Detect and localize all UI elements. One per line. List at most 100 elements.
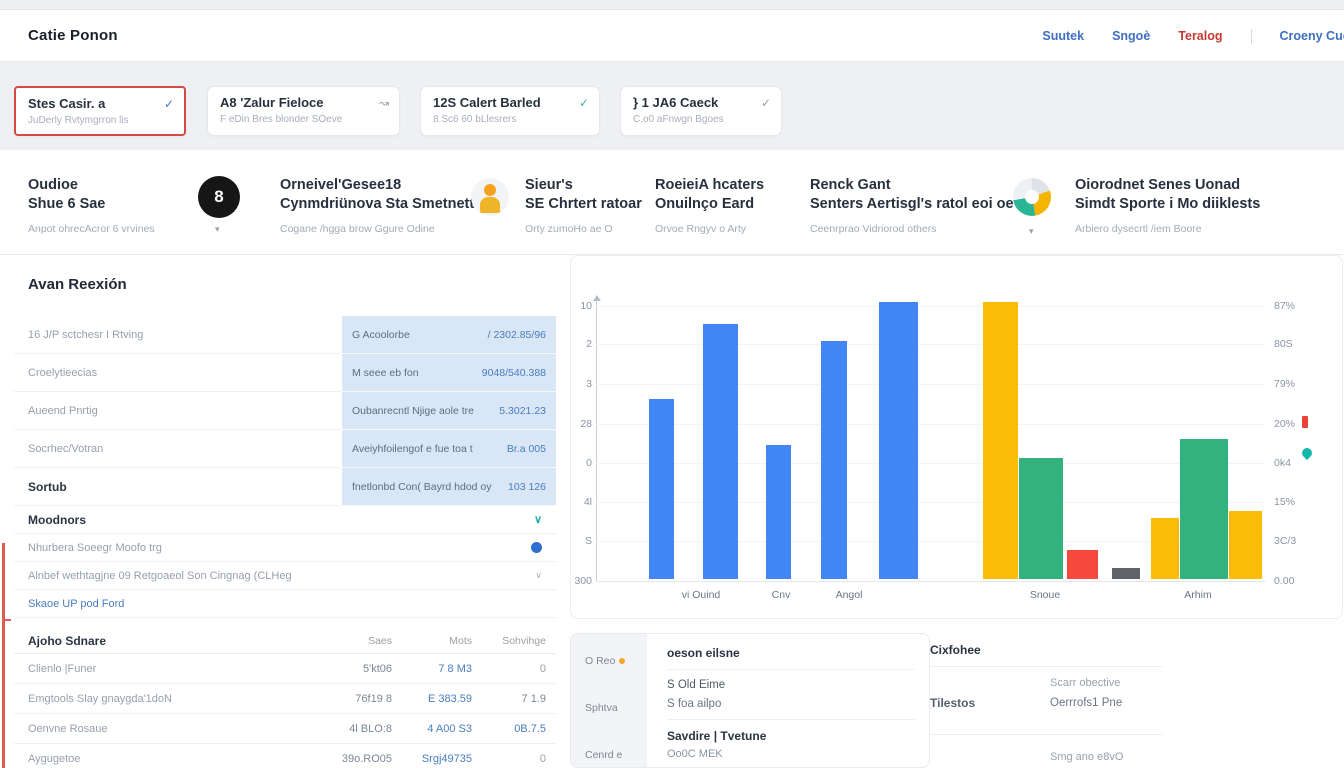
summary-table: Ajoho Sdnare Saes Mots Sohvihge Clienlo … bbox=[14, 628, 556, 768]
info-line: Scarr obective bbox=[1050, 677, 1120, 689]
section-row[interactable]: Moodnors ∨ bbox=[14, 506, 556, 534]
y-axis-tick-left: 4l bbox=[571, 496, 592, 508]
cell-sales: 39o.RO05 bbox=[312, 753, 392, 765]
gridline bbox=[596, 463, 1264, 464]
feature-item-4[interactable]: RoeieiA hcaters Onuilnço Eard Orvoe Rngy… bbox=[655, 176, 764, 235]
cell-mots[interactable]: Srgj49735 bbox=[392, 753, 472, 765]
feature-item-5[interactable]: Renck Gant Senters Aertisgl's ratol eoi … bbox=[810, 176, 1014, 235]
feature-title-line2: SE Chrtert ratoar bbox=[525, 196, 642, 212]
chevron-down-icon[interactable]: ▾ bbox=[215, 224, 220, 235]
card-title: 12S Calert Barled bbox=[433, 95, 541, 110]
feature-title-line2: Onuilnço Eard bbox=[655, 196, 754, 212]
chevron-down-icon[interactable]: ▾ bbox=[1029, 226, 1034, 237]
nav-link-4[interactable]: Croeny Cuon bbox=[1280, 29, 1344, 43]
row-metric: Oubanrecntl Njige aole tre bbox=[352, 405, 474, 417]
y-axis-arrow bbox=[593, 295, 601, 301]
feature-item-2[interactable]: Orneivel'Gesee18 Cynmdriünova Sta Smetne… bbox=[280, 176, 482, 235]
table-row: 16 J/P sctchesr I Rtving G Acoolorbe / 2… bbox=[14, 316, 556, 354]
avatar-head bbox=[484, 184, 496, 196]
nav-link-2[interactable]: Sngoè bbox=[1112, 29, 1150, 43]
sidebar-item[interactable]: Cenrd e bbox=[571, 742, 647, 768]
badge-number-text: 8 bbox=[214, 187, 223, 207]
section-label: Moodnors bbox=[28, 513, 86, 527]
detail-line-bold: Savdire | Tvetune bbox=[667, 729, 915, 743]
detail-panel: O Reo Sphtva Cenrd e oeson eilsne S Old … bbox=[570, 633, 930, 768]
row-value[interactable]: 5.3021.23 bbox=[499, 405, 546, 417]
info-footer: Smg ano e8vO bbox=[1050, 751, 1123, 763]
cell-name: Oenvne Rosaue bbox=[14, 723, 312, 735]
detail-panel-sidebar: O Reo Sphtva Cenrd e bbox=[571, 634, 647, 767]
check-icon: ✓ bbox=[579, 97, 589, 109]
card-subtitle: F eDin Bres blonder SOeve bbox=[220, 114, 389, 125]
nav-link-3[interactable]: Teralog bbox=[1178, 29, 1222, 43]
x-axis-line bbox=[596, 581, 1266, 582]
chart-bar bbox=[1180, 439, 1228, 579]
feature-title-line1: Sieur's bbox=[525, 177, 573, 193]
info-dot-icon[interactable] bbox=[531, 542, 542, 553]
pie-chart-icon bbox=[1013, 178, 1051, 216]
check-icon: ✓ bbox=[761, 97, 771, 109]
feature-title-line2: Cynmdriünova Sta Smetnette bbox=[280, 196, 482, 212]
row-value[interactable]: Br.a 005 bbox=[507, 443, 546, 455]
row-label: 16 J/P sctchesr I Rtving bbox=[14, 316, 342, 354]
chart-bar bbox=[1019, 458, 1063, 579]
y-axis-tick-left: 28 bbox=[571, 418, 592, 430]
nav-links: Suutek Sngoè Teralog Croeny Cuon bbox=[1042, 10, 1344, 62]
list-item-link[interactable]: Skaoe UP pod Ford bbox=[14, 590, 556, 618]
chevron-down-icon[interactable]: ∨ bbox=[535, 570, 542, 581]
feature-item-3[interactable]: Sieur's SE Chrtert ratoar Orty zumoHo ae… bbox=[525, 176, 642, 235]
chart-bar bbox=[766, 445, 791, 579]
cell-sales: 4l BLO:8 bbox=[312, 723, 392, 735]
cell-mots[interactable]: E 383.59 bbox=[392, 693, 472, 705]
cell-savings: 0 bbox=[472, 663, 556, 675]
y-axis-tick-left: 2 bbox=[571, 338, 592, 350]
row-value[interactable]: / 2302.85/96 bbox=[488, 329, 546, 341]
row-cell: Aveiyhfoilengof e fue toa t Br.a 005 bbox=[342, 430, 556, 468]
cell-mots[interactable]: 4 A00 S3 bbox=[392, 723, 472, 735]
sidebar-item[interactable]: Sphtva bbox=[571, 695, 647, 721]
feature-subtitle: Cogane /hgga brow Ggure Odine bbox=[280, 223, 482, 235]
stat-card[interactable]: } 1 JA6 Caeck ✓ C.o0 aFnwgn Bgoes bbox=[620, 86, 782, 136]
detail-header: oeson eilsne bbox=[667, 646, 915, 660]
chart-bar bbox=[983, 302, 1018, 579]
table-row: Emgtools Slay gnaygda'1doN 76f19 8 E 383… bbox=[14, 684, 556, 714]
stat-card[interactable]: A8 'Zalur Fieloce ↝ F eDin Bres blonder … bbox=[207, 86, 400, 136]
chevron-down-icon[interactable]: ∨ bbox=[534, 513, 542, 526]
top-strip bbox=[0, 0, 1344, 10]
info-panel-header: Cixfohee bbox=[930, 643, 981, 657]
row-cell: Oubanrecntl Njige aole tre 5.3021.23 bbox=[342, 392, 556, 430]
nav-link-1[interactable]: Suutek bbox=[1042, 29, 1084, 43]
feature-title-line2: Simdt Sporte i Mo diiklests bbox=[1075, 196, 1260, 212]
row-value[interactable]: 9048/540.388 bbox=[482, 367, 546, 379]
feature-item-1[interactable]: Oudioe Shue 6 Sae Anpot ohrecAcror 6 vrv… bbox=[28, 176, 155, 235]
divider bbox=[667, 719, 915, 720]
feature-item-6[interactable]: Oiorodnet Senes Uonad Simdt Sporte i Mo … bbox=[1075, 176, 1260, 235]
feature-subtitle: Orvoe Rngyv o Arty bbox=[655, 223, 764, 235]
row-cell: G Acoolorbe / 2302.85/96 bbox=[342, 316, 556, 354]
chart-bar bbox=[821, 341, 847, 579]
card-title: Stes Casir. a bbox=[28, 96, 105, 111]
row-label: Croelytieecias bbox=[14, 354, 342, 392]
stat-card-highlighted[interactable]: Stes Casir. a ✓ JuDerly Rvtymgrron lis bbox=[14, 86, 186, 136]
sidebar-item[interactable]: O Reo bbox=[571, 648, 647, 674]
y-axis-tick-right: 0.00 bbox=[1274, 575, 1320, 587]
sidebar-item-label: Cenrd e bbox=[585, 749, 622, 761]
row-value[interactable]: 103 126 bbox=[508, 481, 546, 493]
feature-subtitle: Orty zumoHo ae O bbox=[525, 223, 642, 235]
y-axis-tick-right: 3C/3 bbox=[1274, 535, 1320, 547]
y-axis-tick-right: 87% bbox=[1274, 300, 1320, 312]
list-item[interactable]: Nhurbera Soeegr Moofo trg bbox=[14, 534, 556, 562]
cell-mots[interactable]: 7 8 M3 bbox=[392, 663, 472, 675]
table-row: Aygugetoe 39o.RO05 Srgj49735 0 bbox=[14, 744, 556, 768]
y-axis-line bbox=[596, 301, 597, 581]
gridline bbox=[596, 344, 1264, 345]
stat-card[interactable]: 12S Calert Barled ✓ 8.Sc6 60 bLlesrers bbox=[420, 86, 600, 136]
detail-line: Oo0C MEK bbox=[667, 748, 915, 760]
table-row: Sortub fnetlonbd Con( Bayrd hdod oy 103 … bbox=[14, 468, 556, 506]
x-axis-label: Angol bbox=[809, 589, 889, 601]
link-text[interactable]: Skaoe UP pod Ford bbox=[28, 598, 124, 610]
cell-savings[interactable]: 0B.7.5 bbox=[472, 723, 556, 735]
chart-bar bbox=[1229, 511, 1262, 579]
table-header-row: Ajoho Sdnare Saes Mots Sohvihge bbox=[14, 628, 556, 654]
list-item[interactable]: Alnbef wethtagjne 09 Retgoaeol Son Cingn… bbox=[14, 562, 556, 590]
